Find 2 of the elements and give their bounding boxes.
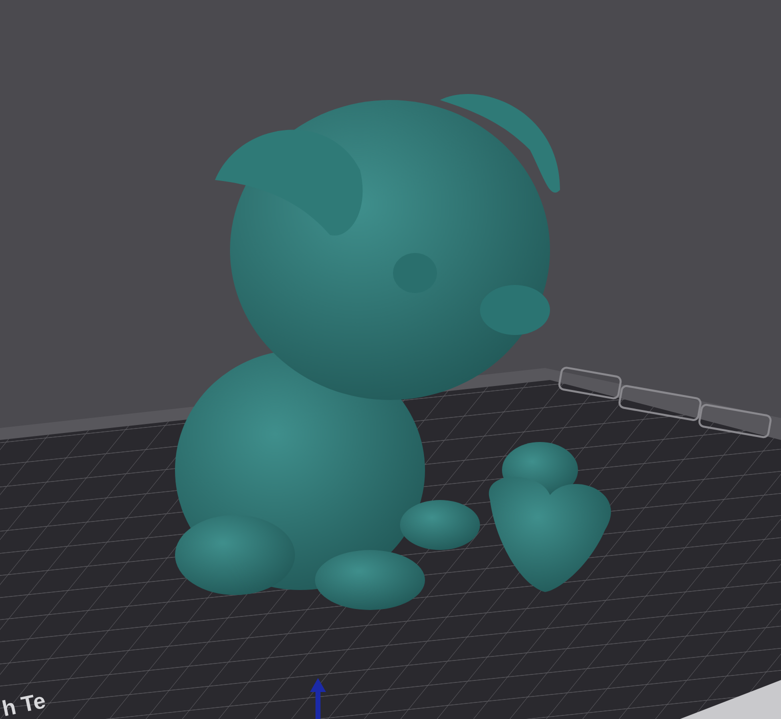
plate-label: h Te — [0, 686, 49, 719]
up-arrow-icon — [310, 678, 326, 719]
